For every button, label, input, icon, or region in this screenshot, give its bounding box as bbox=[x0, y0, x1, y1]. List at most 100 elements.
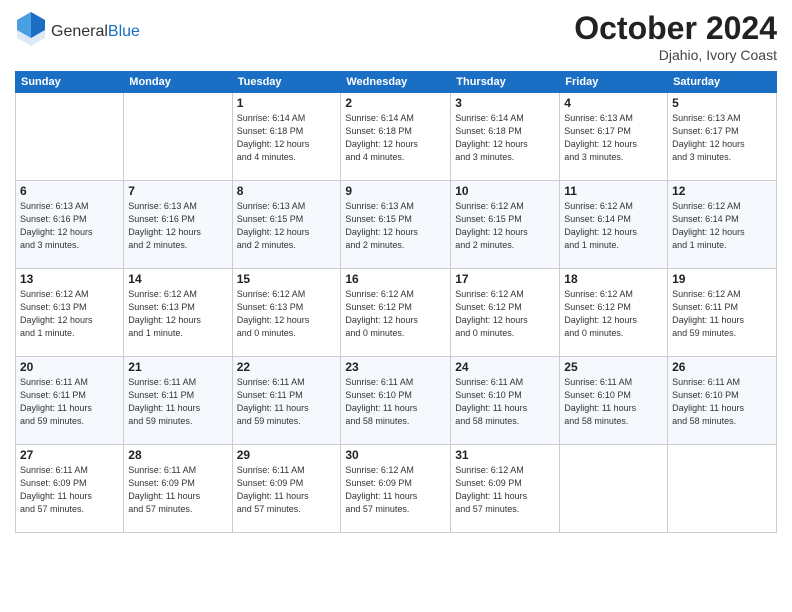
day-info: Sunrise: 6:11 AM Sunset: 6:11 PM Dayligh… bbox=[128, 376, 227, 428]
calendar-cell: 29Sunrise: 6:11 AM Sunset: 6:09 PM Dayli… bbox=[232, 445, 341, 533]
day-info: Sunrise: 6:11 AM Sunset: 6:09 PM Dayligh… bbox=[20, 464, 119, 516]
day-info: Sunrise: 6:12 AM Sunset: 6:12 PM Dayligh… bbox=[455, 288, 555, 340]
day-info: Sunrise: 6:12 AM Sunset: 6:11 PM Dayligh… bbox=[672, 288, 772, 340]
calendar-cell: 9 Sunrise: 6:13 AM Sunset: 6:15 PM Daylig… bbox=[341, 181, 451, 269]
calendar-cell: 23 Sunrise: 6:11 AM Sunset: 6:10 PM Dayli… bbox=[341, 357, 451, 445]
calendar-cell: 4 Sunrise: 6:13 AM Sunset: 6:17 PM Daylig… bbox=[560, 93, 668, 181]
logo-text: GeneralBlue bbox=[51, 23, 140, 41]
day-header-saturday: Saturday bbox=[668, 72, 777, 93]
calendar-cell: 19 Sunrise: 6:12 AM Sunset: 6:11 PM Dayli… bbox=[668, 269, 777, 357]
calendar-cell: 10 Sunrise: 6:12 AM Sunset: 6:15 PM Dayli… bbox=[451, 181, 560, 269]
calendar-cell: 5Sunrise: 6:13 AM Sunset: 6:17 PM Daylig… bbox=[668, 93, 777, 181]
day-number: 6 bbox=[20, 184, 119, 198]
day-info: Sunrise: 6:14 AM Sunset: 6:18 PM Dayligh… bbox=[455, 112, 555, 164]
logo-icon bbox=[15, 10, 47, 48]
calendar-week-2: 6 Sunrise: 6:13 AM Sunset: 6:16 PM Daylig… bbox=[16, 181, 777, 269]
calendar-cell: 21Sunrise: 6:11 AM Sunset: 6:11 PM Dayli… bbox=[124, 357, 232, 445]
calendar-cell: 3Sunrise: 6:14 AM Sunset: 6:18 PM Daylig… bbox=[451, 93, 560, 181]
day-info: Sunrise: 6:12 AM Sunset: 6:14 PM Dayligh… bbox=[564, 200, 663, 252]
day-number: 26 bbox=[672, 360, 772, 374]
day-number: 15 bbox=[237, 272, 337, 286]
location-subtitle: Djahio, Ivory Coast bbox=[574, 47, 777, 63]
calendar-cell: 8 Sunrise: 6:13 AM Sunset: 6:15 PM Daylig… bbox=[232, 181, 341, 269]
day-info: Sunrise: 6:11 AM Sunset: 6:11 PM Dayligh… bbox=[237, 376, 337, 428]
day-number: 19 bbox=[672, 272, 772, 286]
day-number: 18 bbox=[564, 272, 663, 286]
day-number: 17 bbox=[455, 272, 555, 286]
day-number: 8 bbox=[237, 184, 337, 198]
day-info: Sunrise: 6:11 AM Sunset: 6:10 PM Dayligh… bbox=[564, 376, 663, 428]
day-info: Sunrise: 6:12 AM Sunset: 6:09 PM Dayligh… bbox=[345, 464, 446, 516]
calendar-cell: 18 Sunrise: 6:12 AM Sunset: 6:12 PM Dayli… bbox=[560, 269, 668, 357]
day-number: 1 bbox=[237, 96, 337, 110]
day-info: Sunrise: 6:12 AM Sunset: 6:13 PM Dayligh… bbox=[128, 288, 227, 340]
calendar-cell: 28Sunrise: 6:11 AM Sunset: 6:09 PM Dayli… bbox=[124, 445, 232, 533]
logo-general: General bbox=[51, 23, 108, 40]
month-title: October 2024 bbox=[574, 10, 777, 47]
day-info: Sunrise: 6:12 AM Sunset: 6:14 PM Dayligh… bbox=[672, 200, 772, 252]
calendar-cell: 15 Sunrise: 6:12 AM Sunset: 6:13 PM Dayli… bbox=[232, 269, 341, 357]
day-number: 2 bbox=[345, 96, 446, 110]
day-info: Sunrise: 6:13 AM Sunset: 6:17 PM Dayligh… bbox=[564, 112, 663, 164]
day-number: 23 bbox=[345, 360, 446, 374]
day-info: Sunrise: 6:12 AM Sunset: 6:09 PM Dayligh… bbox=[455, 464, 555, 516]
calendar-cell: 31 Sunrise: 6:12 AM Sunset: 6:09 PM Dayli… bbox=[451, 445, 560, 533]
day-number: 30 bbox=[345, 448, 446, 462]
day-info: Sunrise: 6:13 AM Sunset: 6:17 PM Dayligh… bbox=[672, 112, 772, 164]
day-info: Sunrise: 6:14 AM Sunset: 6:18 PM Dayligh… bbox=[237, 112, 337, 164]
day-info: Sunrise: 6:12 AM Sunset: 6:12 PM Dayligh… bbox=[564, 288, 663, 340]
page: GeneralBlue October 2024 Djahio, Ivory C… bbox=[0, 0, 792, 612]
header: GeneralBlue October 2024 Djahio, Ivory C… bbox=[15, 10, 777, 63]
calendar-cell: 6Sunrise: 6:13 AM Sunset: 6:16 PM Daylig… bbox=[16, 181, 124, 269]
calendar-cell: 25 Sunrise: 6:11 AM Sunset: 6:10 PM Dayli… bbox=[560, 357, 668, 445]
day-header-friday: Friday bbox=[560, 72, 668, 93]
calendar-cell: 1 Sunrise: 6:14 AM Sunset: 6:18 PM Daylig… bbox=[232, 93, 341, 181]
day-header-thursday: Thursday bbox=[451, 72, 560, 93]
day-info: Sunrise: 6:11 AM Sunset: 6:10 PM Dayligh… bbox=[345, 376, 446, 428]
day-number: 28 bbox=[128, 448, 227, 462]
day-info: Sunrise: 6:11 AM Sunset: 6:10 PM Dayligh… bbox=[672, 376, 772, 428]
day-number: 14 bbox=[128, 272, 227, 286]
day-info: Sunrise: 6:13 AM Sunset: 6:15 PM Dayligh… bbox=[237, 200, 337, 252]
day-info: Sunrise: 6:13 AM Sunset: 6:15 PM Dayligh… bbox=[345, 200, 446, 252]
calendar-cell: 13Sunrise: 6:12 AM Sunset: 6:13 PM Dayli… bbox=[16, 269, 124, 357]
day-number: 20 bbox=[20, 360, 119, 374]
day-info: Sunrise: 6:12 AM Sunset: 6:15 PM Dayligh… bbox=[455, 200, 555, 252]
calendar-cell: 2 Sunrise: 6:14 AM Sunset: 6:18 PM Daylig… bbox=[341, 93, 451, 181]
day-header-monday: Monday bbox=[124, 72, 232, 93]
day-number: 16 bbox=[345, 272, 446, 286]
calendar-cell bbox=[668, 445, 777, 533]
day-number: 31 bbox=[455, 448, 555, 462]
calendar-cell bbox=[124, 93, 232, 181]
day-number: 29 bbox=[237, 448, 337, 462]
day-info: Sunrise: 6:13 AM Sunset: 6:16 PM Dayligh… bbox=[128, 200, 227, 252]
calendar-cell: 20 Sunrise: 6:11 AM Sunset: 6:11 PM Dayli… bbox=[16, 357, 124, 445]
day-number: 9 bbox=[345, 184, 446, 198]
calendar-cell: 16 Sunrise: 6:12 AM Sunset: 6:12 PM Dayli… bbox=[341, 269, 451, 357]
day-number: 27 bbox=[20, 448, 119, 462]
day-number: 25 bbox=[564, 360, 663, 374]
calendar-cell: 12 Sunrise: 6:12 AM Sunset: 6:14 PM Dayli… bbox=[668, 181, 777, 269]
day-info: Sunrise: 6:12 AM Sunset: 6:12 PM Dayligh… bbox=[345, 288, 446, 340]
day-number: 4 bbox=[564, 96, 663, 110]
calendar-cell: 24Sunrise: 6:11 AM Sunset: 6:10 PM Dayli… bbox=[451, 357, 560, 445]
day-number: 13 bbox=[20, 272, 119, 286]
day-info: Sunrise: 6:11 AM Sunset: 6:11 PM Dayligh… bbox=[20, 376, 119, 428]
day-info: Sunrise: 6:14 AM Sunset: 6:18 PM Dayligh… bbox=[345, 112, 446, 164]
day-header-tuesday: Tuesday bbox=[232, 72, 341, 93]
calendar-week-4: 20 Sunrise: 6:11 AM Sunset: 6:11 PM Dayli… bbox=[16, 357, 777, 445]
day-number: 12 bbox=[672, 184, 772, 198]
logo: GeneralBlue bbox=[15, 10, 140, 53]
calendar-cell: 17 Sunrise: 6:12 AM Sunset: 6:12 PM Dayli… bbox=[451, 269, 560, 357]
logo-blue: Blue bbox=[108, 23, 140, 40]
calendar-table: SundayMondayTuesdayWednesdayThursdayFrid… bbox=[15, 71, 777, 533]
day-number: 10 bbox=[455, 184, 555, 198]
calendar-cell: 7Sunrise: 6:13 AM Sunset: 6:16 PM Daylig… bbox=[124, 181, 232, 269]
day-header-sunday: Sunday bbox=[16, 72, 124, 93]
day-info: Sunrise: 6:12 AM Sunset: 6:13 PM Dayligh… bbox=[237, 288, 337, 340]
day-number: 24 bbox=[455, 360, 555, 374]
day-number: 11 bbox=[564, 184, 663, 198]
day-number: 22 bbox=[237, 360, 337, 374]
calendar-week-5: 27 Sunrise: 6:11 AM Sunset: 6:09 PM Dayli… bbox=[16, 445, 777, 533]
calendar-header-row: SundayMondayTuesdayWednesdayThursdayFrid… bbox=[16, 72, 777, 93]
